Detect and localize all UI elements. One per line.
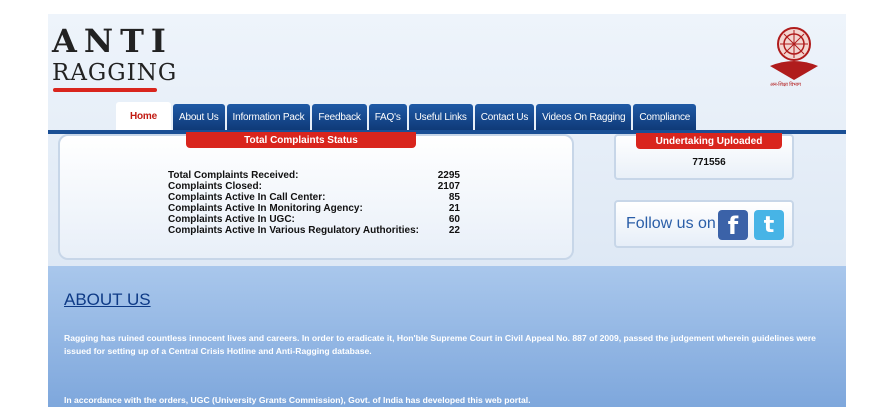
stat-value: 60 [448,214,460,225]
twitter-icon[interactable]: t [754,210,784,240]
stat-label: Complaints Closed: [168,181,262,192]
stat-label: Complaints Active In Various Regulatory … [168,225,419,236]
tab-videos-on-ragging[interactable]: Videos On Ragging [536,104,632,130]
logo-underline [53,88,157,92]
stat-label: Complaints Active In Call Center: [168,192,326,203]
complaints-stats-table: Total Complaints Received: 2295 Complain… [168,170,468,236]
stat-row: Complaints Active In Monitoring Agency: … [168,203,468,214]
stat-value: 21 [448,203,460,214]
stat-label: Complaints Active In UGC: [168,214,295,225]
stat-value: 22 [448,225,460,236]
stat-row: Complaints Closed: 2107 [168,181,468,192]
tab-about-us[interactable]: About Us [172,104,225,130]
stat-value: 2295 [437,170,460,181]
about-paragraph: In accordance with the orders, UGC (Univ… [64,395,531,405]
tab-faqs[interactable]: FAQ's [368,104,407,130]
stat-value: 2107 [437,181,460,192]
stat-label: Total Complaints Received: [168,170,299,181]
emblem-caption: अन-शिक्षा विभाग [770,82,801,88]
about-paragraph: Ragging has ruined countless innocent li… [64,333,816,356]
stat-row: Total Complaints Received: 2295 [168,170,468,181]
tab-feedback[interactable]: Feedback [312,104,367,130]
tab-compliance[interactable]: Compliance [633,104,697,130]
follow-us-label: Follow us on [626,215,716,232]
stat-row: Complaints Active In UGC: 60 [168,214,468,225]
stat-value: 85 [448,192,460,203]
facebook-icon[interactable]: f [718,210,748,240]
ugc-emblem-icon [770,27,818,80]
stat-label: Complaints Active In Monitoring Agency: [168,203,363,214]
about-heading: ABOUT US [64,290,151,309]
undertaking-title: Undertaking Uploaded [636,133,782,149]
logo-line2: RAGGING [52,60,178,86]
tab-contact-us[interactable]: Contact Us [474,104,535,130]
complaints-status-title: Total Complaints Status [186,132,416,148]
stat-row: Complaints Active In Call Center: 85 [168,192,468,203]
tab-useful-links[interactable]: Useful Links [408,104,473,130]
tab-information-pack[interactable]: Information Pack [226,104,311,130]
tab-home[interactable]: Home [116,102,171,130]
logo-line1: ANTI [52,22,173,60]
undertaking-count: 771556 [692,157,726,168]
anti-ragging-logo[interactable]: ANTI RAGGING [52,22,176,94]
main-nav: Home About Us Information Pack Feedback … [116,102,697,130]
stat-row: Complaints Active In Various Regulatory … [168,225,468,236]
